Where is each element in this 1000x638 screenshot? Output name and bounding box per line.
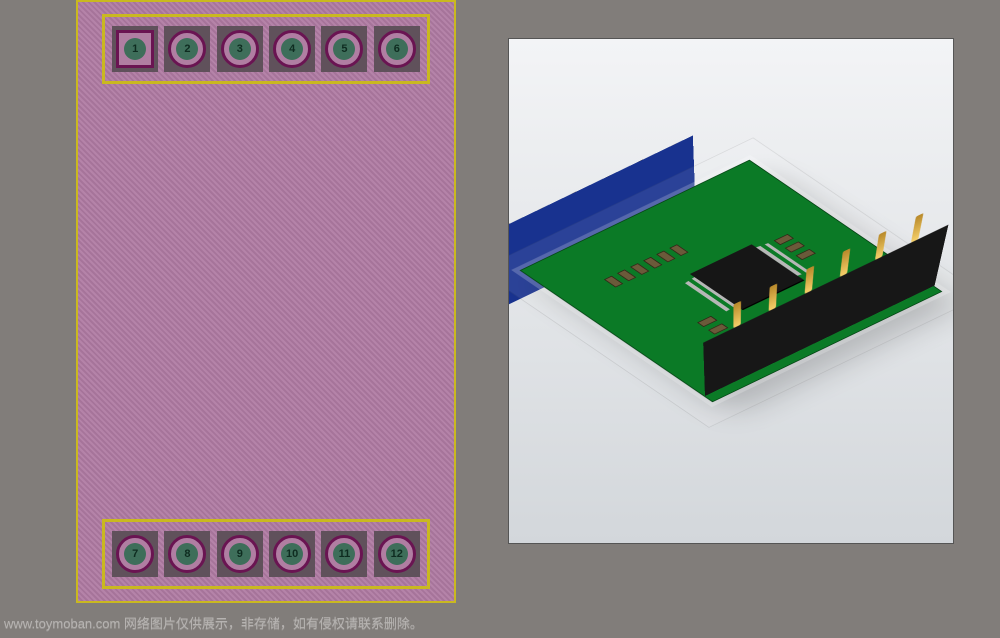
pcb-3d-preview[interactable] bbox=[508, 38, 954, 544]
pad-4[interactable]: 4 bbox=[269, 26, 315, 72]
pin-number: 6 bbox=[386, 38, 408, 60]
pin-number: 5 bbox=[333, 38, 355, 60]
pin-number: 12 bbox=[386, 543, 408, 565]
pin-number: 8 bbox=[176, 543, 198, 565]
pcb-2d-layout: 1 2 3 4 5 6 7 8 9 10 11 bbox=[76, 0, 456, 603]
watermark-text: www.toymoban.com 网络图片仅供展示，非存储，如有侵权请联系删除。 bbox=[4, 613, 423, 632]
pcb-3d-model bbox=[520, 160, 943, 402]
pad-7[interactable]: 7 bbox=[112, 531, 158, 577]
pad-9[interactable]: 9 bbox=[217, 531, 263, 577]
pad-5[interactable]: 5 bbox=[321, 26, 367, 72]
pcb-substrate bbox=[520, 160, 943, 402]
pad-6[interactable]: 6 bbox=[374, 26, 420, 72]
pin-number: 7 bbox=[124, 543, 146, 565]
pin-number: 2 bbox=[176, 38, 198, 60]
pin-row-bottom: 7 8 9 10 11 12 bbox=[102, 519, 430, 589]
pin-number: 10 bbox=[281, 543, 303, 565]
pad-11[interactable]: 11 bbox=[321, 531, 367, 577]
pin-number: 1 bbox=[124, 38, 146, 60]
pin-number: 11 bbox=[333, 543, 355, 565]
pad-1[interactable]: 1 bbox=[112, 26, 158, 72]
pin-number: 4 bbox=[281, 38, 303, 60]
pad-2[interactable]: 2 bbox=[164, 26, 210, 72]
pad-3[interactable]: 3 bbox=[217, 26, 263, 72]
pin-number: 9 bbox=[229, 543, 251, 565]
pin-row-top: 1 2 3 4 5 6 bbox=[102, 14, 430, 84]
pin-number: 3 bbox=[229, 38, 251, 60]
pad-10[interactable]: 10 bbox=[269, 531, 315, 577]
pad-12[interactable]: 12 bbox=[374, 531, 420, 577]
smd-row bbox=[604, 244, 689, 287]
pad-8[interactable]: 8 bbox=[164, 531, 210, 577]
